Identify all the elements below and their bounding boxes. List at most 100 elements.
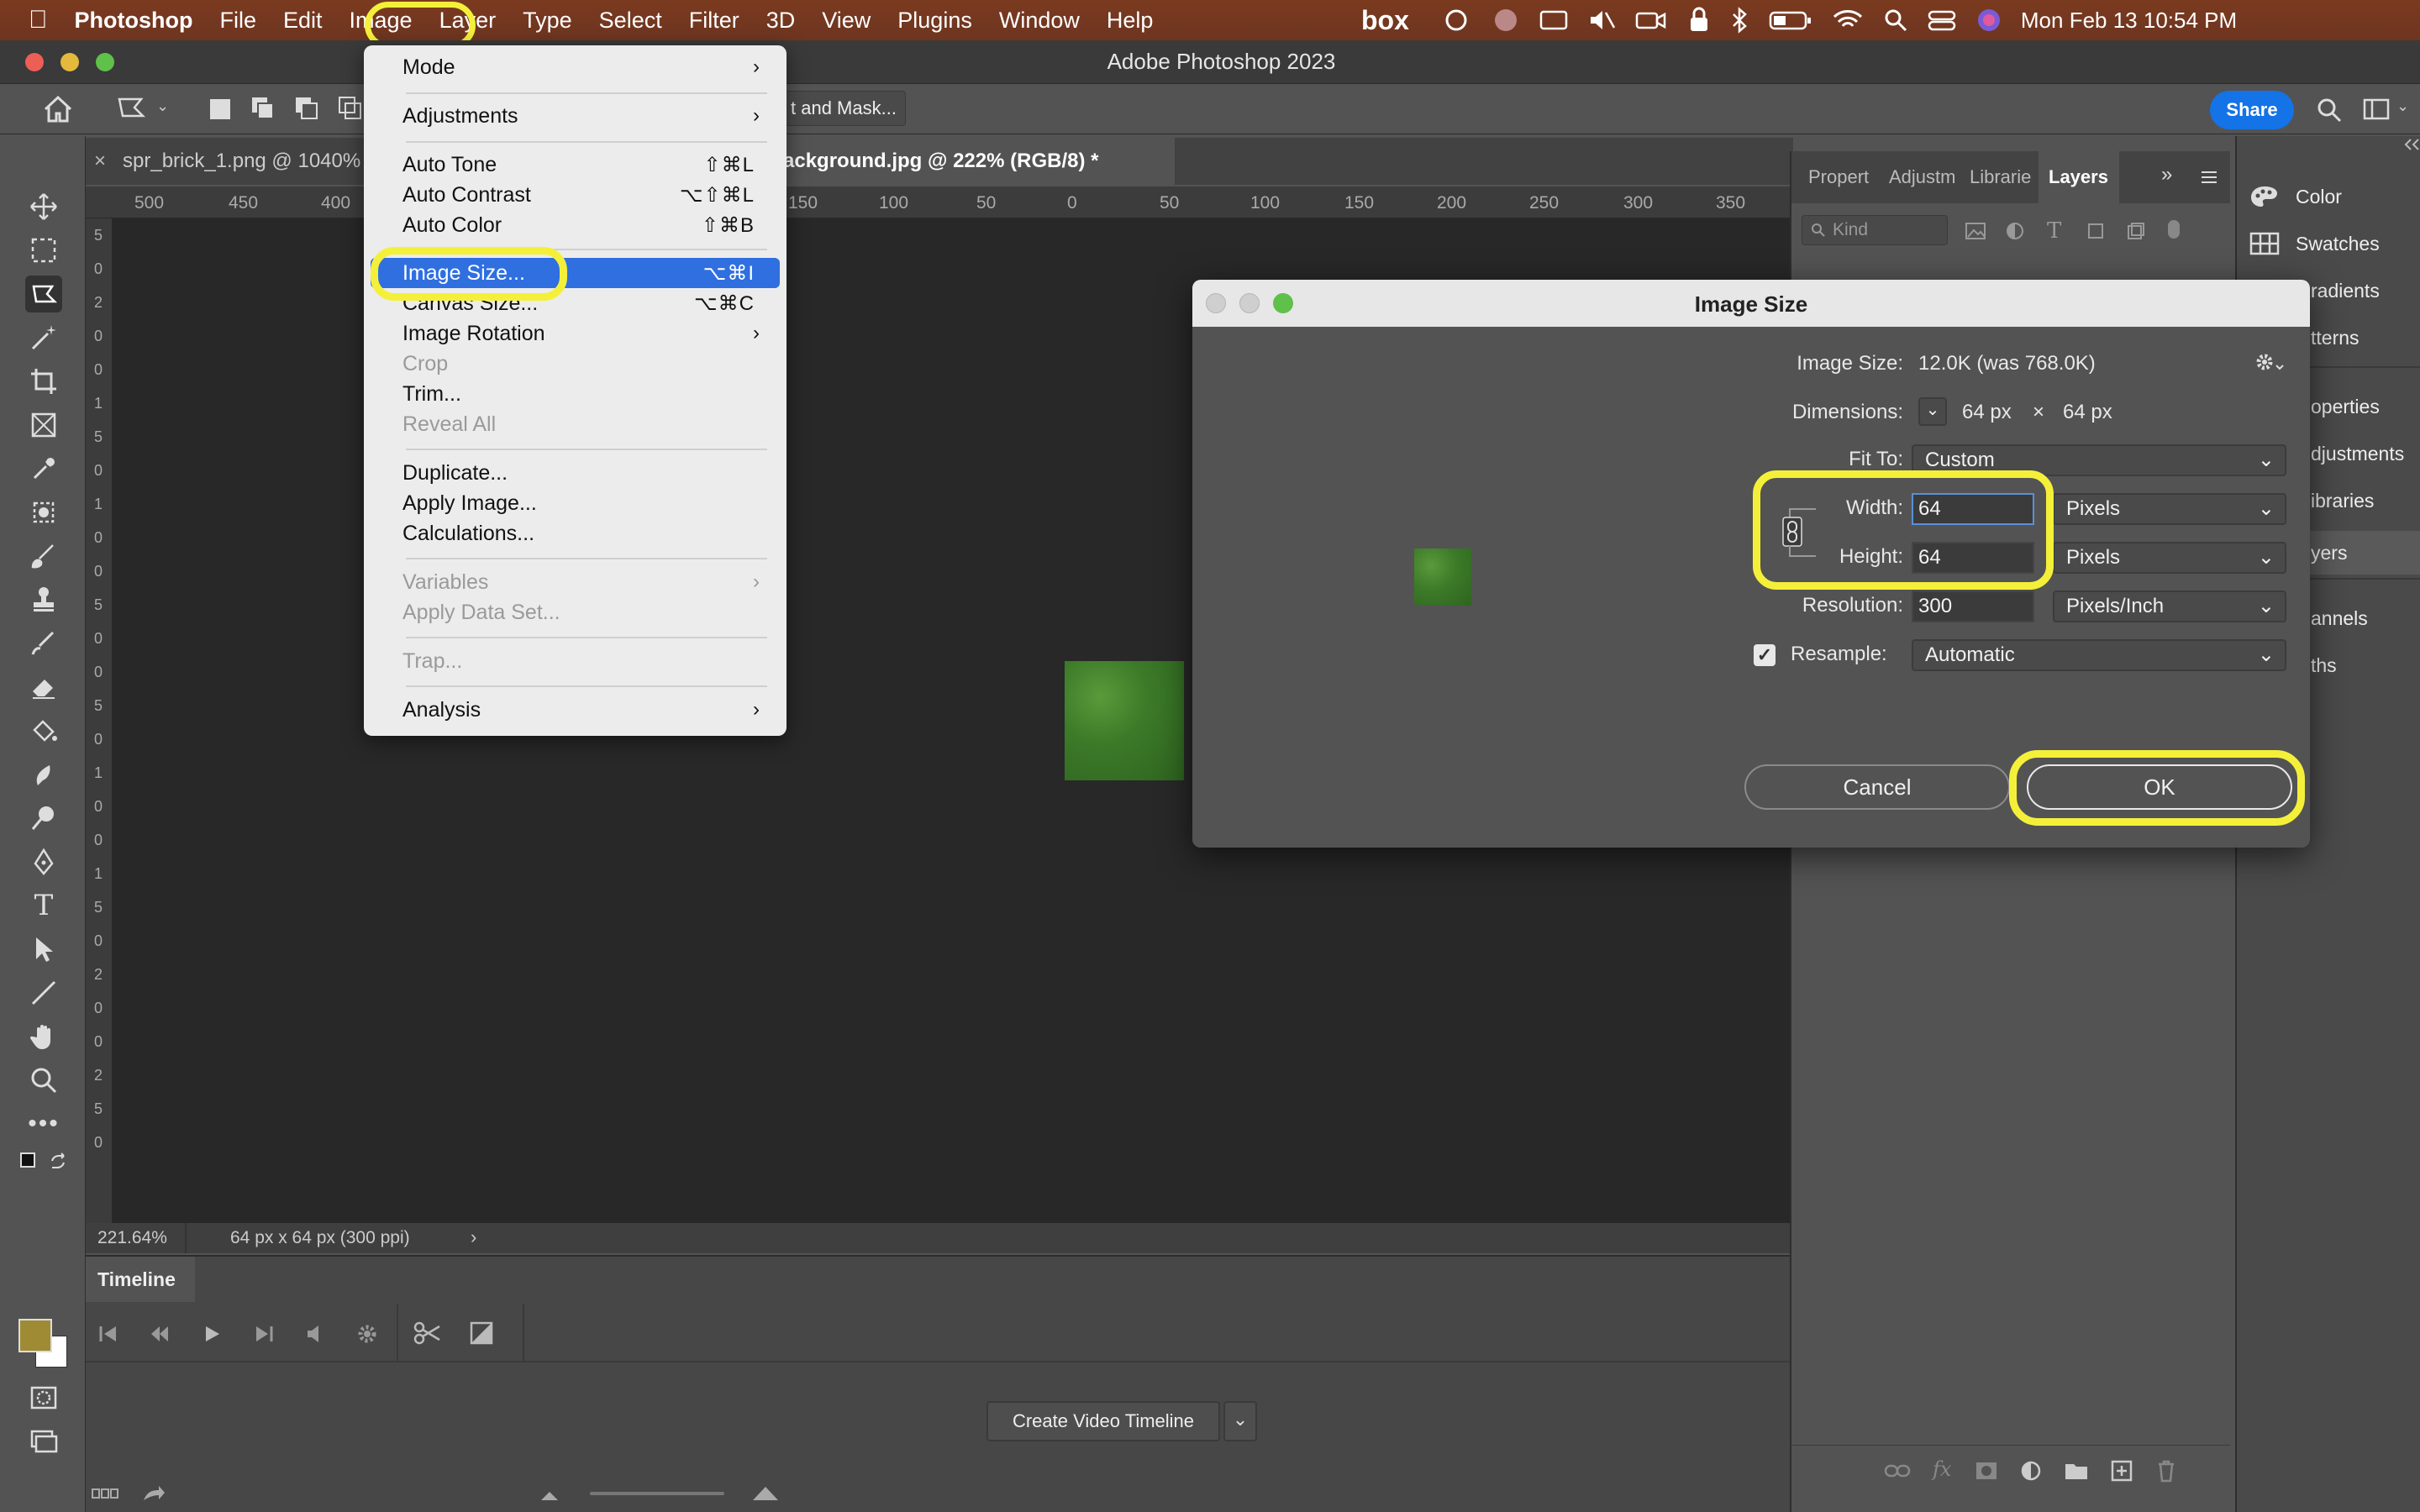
height-unit-select[interactable]: Pixels ⌄ [2053,542,2286,574]
menu-item-apply-image[interactable]: Apply Image... [371,488,780,518]
collapse-panels-icon[interactable] [2402,136,2420,153]
intersect-selection-icon[interactable] [338,96,363,121]
pen-tool-icon[interactable] [25,843,62,880]
tab-libraries[interactable]: Librarie [1970,166,2031,188]
healing-brush-icon[interactable] [25,494,62,531]
box-icon[interactable]: box [1361,5,1409,36]
display-icon[interactable] [1539,8,1569,33]
menubar-clock[interactable]: Mon Feb 13 10:54 PM [2021,8,2237,34]
zoom-in-mountain-icon[interactable] [751,1483,780,1502]
tab-adjustments[interactable]: Adjustm [1889,166,1955,188]
new-layer-icon[interactable] [2111,1460,2133,1482]
paint-bucket-icon[interactable] [25,712,62,749]
home-icon[interactable] [42,94,74,124]
document-info[interactable]: 64 px x 64 px (300 ppi) [230,1228,410,1248]
first-frame-icon[interactable] [97,1324,119,1344]
history-brush-icon[interactable] [25,625,62,662]
filter-toggle-icon[interactable] [2168,220,2180,239]
brush-tool-icon[interactable] [25,538,62,575]
add-selection-icon[interactable] [250,96,276,121]
menu-item-analysis[interactable]: Analysis › [371,695,780,725]
transition-icon[interactable] [469,1320,494,1346]
app-menu-photoshop[interactable]: Photoshop [61,0,207,40]
apple-icon[interactable]:  [0,0,61,40]
timeline-options-dropdown[interactable]: ⌄ [1223,1401,1257,1441]
menu-3d[interactable]: 3D [753,0,809,40]
menu-filter[interactable]: Filter [676,0,753,40]
marquee-tool-icon[interactable] [25,232,62,269]
resolution-unit-select[interactable]: Pixels/Inch ⌄ [2053,591,2286,622]
path-selection-icon[interactable] [25,931,62,968]
smudge-tool-icon[interactable] [25,756,62,793]
spotlight-search-icon[interactable] [1883,8,1908,33]
dimensions-unit-dropdown[interactable]: ⌄ [1918,397,1947,426]
menu-item-trim[interactable]: Trim... [371,379,780,409]
panel-swatches[interactable]: Swatches [2249,220,2380,267]
quick-mask-icon[interactable] [25,1379,62,1416]
settings-gear-icon[interactable] [2254,352,2285,375]
screen-mode-icon[interactable] [25,1423,62,1460]
resample-select[interactable]: Automatic ⌄ [1912,639,2286,671]
panel-adjustments[interactable]: djustments [2311,430,2404,477]
menu-item-auto-contrast[interactable]: Auto Contrast ⌥⇧⌘L [371,180,780,210]
preview-pane[interactable] [1192,327,1471,848]
dodge-tool-icon[interactable] [25,800,62,837]
eraser-icon[interactable] [25,669,62,706]
menu-window[interactable]: Window [986,0,1093,40]
delete-layer-icon[interactable] [2156,1459,2176,1483]
select-and-mask-button[interactable]: t and Mask... [783,91,906,126]
timeline-zoom-slider[interactable] [590,1492,724,1495]
filter-shape-icon[interactable] [2086,221,2106,241]
new-group-icon[interactable] [2064,1461,2089,1481]
scissors-icon[interactable] [413,1320,442,1346]
add-mask-icon[interactable] [1975,1461,1998,1481]
menu-select[interactable]: Select [586,0,676,40]
settings-gear-icon[interactable] [356,1323,378,1345]
filter-pixel-icon[interactable] [1965,222,1986,240]
play-icon[interactable] [202,1324,224,1344]
close-tab-icon[interactable]: × [94,138,106,185]
mute-icon[interactable] [1587,8,1616,33]
menu-type[interactable]: Type [509,0,586,40]
panel-patterns[interactable]: tterns [2311,314,2360,361]
timeline-view-icon[interactable] [91,1485,119,1502]
resample-checkbox[interactable]: ✓ [1754,644,1776,666]
eyedropper-icon[interactable] [25,450,62,487]
next-frame-icon[interactable] [254,1324,276,1344]
zoom-level[interactable]: 221.64% [97,1228,167,1248]
menu-item-calculations[interactable]: Calculations... [371,518,780,549]
default-colors-icon[interactable] [20,1152,35,1168]
swap-colors-icon[interactable] [49,1152,67,1171]
battery-icon[interactable] [1769,8,1812,32]
bluetooth-icon[interactable] [1730,6,1750,34]
render-video-icon[interactable] [141,1483,166,1504]
tab-layers[interactable]: Layers [2049,166,2108,188]
tab-properties[interactable]: Propert [1808,166,1869,188]
menu-edit[interactable]: Edit [270,0,336,40]
fx-icon[interactable]: fx [1933,1457,1951,1481]
panel-menu-icon[interactable] [2200,170,2218,185]
tab-spr-brick[interactable]: spr_brick_1.png @ 1040% [123,138,360,185]
chevron-down-icon[interactable]: ⌄ [156,97,169,115]
type-tool-icon[interactable]: T [25,887,62,924]
panel-channels[interactable]: annels [2311,595,2368,642]
filter-adjustment-icon[interactable] [2005,221,2025,241]
menu-item-image-rotation[interactable]: Image Rotation › [371,318,780,349]
width-unit-select[interactable]: Pixels ⌄ [2053,493,2286,525]
clone-stamp-icon[interactable] [25,581,62,618]
filter-smart-object-icon[interactable] [2126,221,2146,241]
zoom-out-mountain-icon[interactable] [539,1488,560,1502]
lasso-tool-active-icon[interactable] [25,276,62,312]
menu-item-auto-color[interactable]: Auto Color ⇧⌘B [371,210,780,240]
hand-tool-icon[interactable] [25,1018,62,1055]
workspace-icon[interactable] [2363,97,2391,123]
panel-gradients[interactable]: radients [2311,267,2380,314]
resolution-input[interactable]: 300 [1912,591,2034,622]
create-video-timeline-button[interactable]: Create Video Timeline [986,1401,1220,1441]
magic-wand-icon[interactable] [25,319,62,356]
lasso-tool-icon[interactable] [114,94,148,124]
menu-item-duplicate[interactable]: Duplicate... [371,458,780,488]
menu-file[interactable]: File [206,0,270,40]
globe-icon[interactable] [1491,6,1520,34]
share-button[interactable]: Share [2210,91,2294,129]
